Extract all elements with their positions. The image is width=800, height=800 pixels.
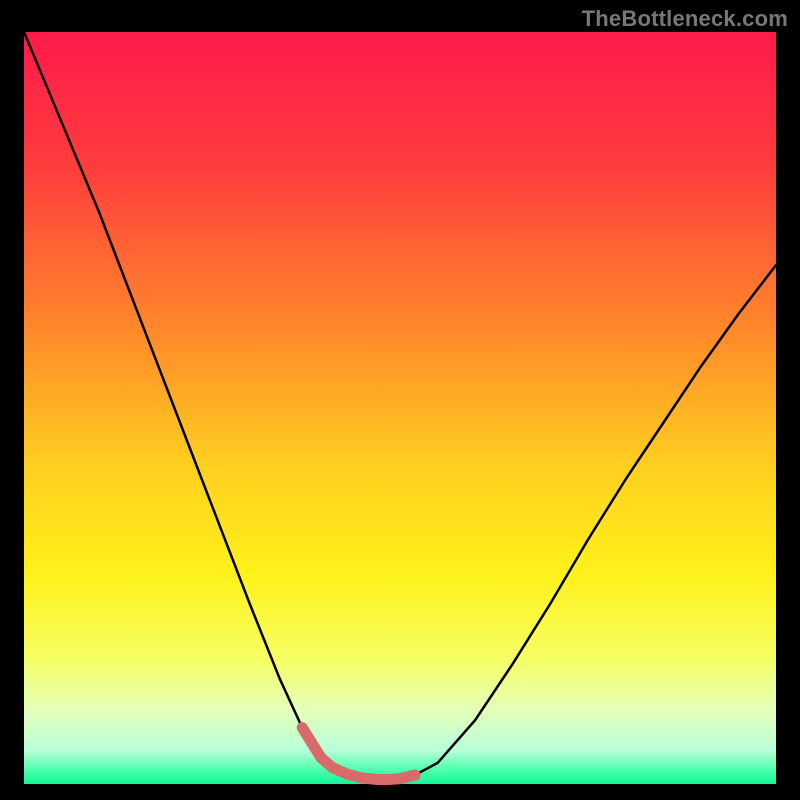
chart-stage: TheBottleneck.com: [0, 0, 800, 800]
watermark-text: TheBottleneck.com: [582, 6, 788, 32]
plot-background: [24, 32, 776, 784]
bottleneck-chart: [0, 0, 800, 800]
